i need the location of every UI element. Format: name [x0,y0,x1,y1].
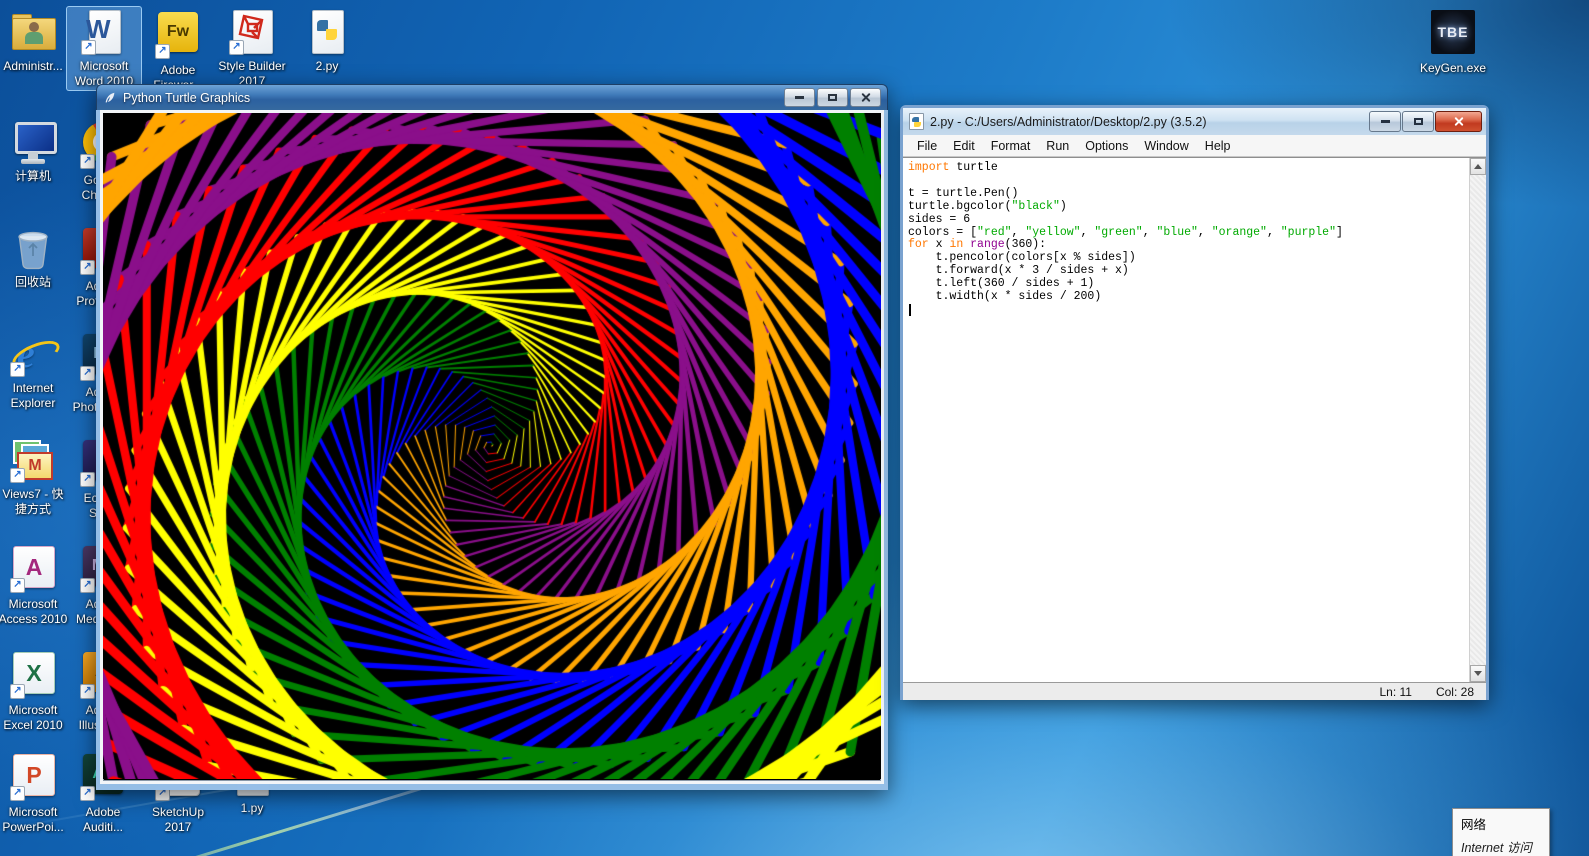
ms-word-2010-icon: W ↗ [80,8,128,56]
ms-powerpoint-label: Microsoft PowerPoi... [2,805,64,834]
status-col-indicator: Col: 28 [1435,684,1474,699]
shortcut-arrow-icon: ↗ [80,786,95,801]
turtle-window-titlebar[interactable]: Python Turtle Graphics [96,84,888,110]
scroll-down-button[interactable] [1470,665,1486,682]
network-tooltip-title: 网络 [1461,818,1487,832]
arrow-up-icon [1474,164,1482,169]
internet-explorer-label: Internet Explorer [10,381,56,410]
menu-file[interactable]: File [909,137,945,155]
turtle-window-controls [784,88,881,107]
adobe-fireworks-icon: Fw ↗ [154,12,202,60]
ms-excel-2010-label: Microsoft Excel 2010 [3,703,63,732]
shortcut-arrow-icon: ↗ [80,366,95,381]
menu-window[interactable]: Window [1136,137,1196,155]
ms-excel-2010-icon: X ↗ [9,652,57,700]
menu-format[interactable]: Format [983,137,1039,155]
shortcut-arrow-icon: ↗ [80,578,95,593]
desktop-icon-2py-file[interactable]: 2.py [290,6,364,76]
code-line: t.width(x * sides / 200) [908,290,1102,304]
shortcut-arrow-icon: ↗ [10,684,25,699]
desktop-icon-recycle-bin[interactable]: 回收站 [0,222,70,292]
shortcut-arrow-icon: ↗ [80,472,95,487]
shortcut-arrow-icon: ↗ [10,468,25,483]
desktop-icon-ms-word-2010[interactable]: W ↗ Microsoft Word 2010 [66,6,142,91]
shortcut-arrow-icon: ↗ [10,578,25,593]
keygen-exe-icon: TBE [1429,10,1477,58]
desktop-icon-adobe-fireworks[interactable]: Fw↗Adobe Firewor... [141,6,215,95]
desktop-icon-internet-explorer[interactable]: e ↗ Internet Explorer [0,328,70,413]
idle-statusbar: Ln: 11 Col: 28 [903,682,1486,700]
network-tooltip: 网络 Internet 访问 [1452,808,1550,856]
maximize-button[interactable] [1402,111,1434,132]
desktop-icon-ms-excel-2010[interactable]: X ↗ Microsoft Excel 2010 [0,646,70,735]
1py-file-label: 1.py [240,801,264,815]
views7-shortcut-label: Views7 - 快 捷方式 [2,487,64,516]
text-cursor [909,303,911,316]
desktop-icon-ms-access-2010[interactable]: A ↗ Microsoft Access 2010 [0,540,70,629]
menu-run[interactable]: Run [1038,137,1077,155]
administrator-label: Administr... [3,59,63,73]
ms-access-2010-label: Microsoft Access 2010 [0,597,68,626]
shortcut-arrow-icon: ↗ [10,786,25,801]
menu-help[interactable]: Help [1197,137,1239,155]
desktop: Administr... W ↗ Microsoft Word 2010 Fw ↗ Adob… [0,0,1589,856]
2py-file-label: 2.py [315,59,339,73]
style-builder-2017-icon: ↗ [228,8,276,56]
recycle-bin-label: 回收站 [14,275,51,289]
arrow-down-icon [1474,671,1482,676]
scroll-up-button[interactable] [1470,158,1486,175]
recycle-bin-icon [9,224,57,272]
shortcut-arrow-icon: ↗ [10,362,25,377]
administrator-icon [9,8,57,56]
desktop-icon-keygen-exe[interactable]: TBE KeyGen.exe [1416,6,1490,78]
close-button[interactable] [850,88,881,107]
idle-scrollbar[interactable] [1469,158,1486,682]
menu-edit[interactable]: Edit [945,137,983,155]
idle-file-icon [909,113,924,130]
internet-explorer-icon: e ↗ [8,330,64,378]
idle-window-controls [1369,111,1482,132]
shortcut-arrow-icon: ↗ [229,40,244,55]
close-button[interactable] [1435,111,1482,132]
idle-editor-area[interactable]: import turtle t = turtle.Pen() turtle.bgc… [903,157,1486,682]
ms-access-2010-icon: A ↗ [9,546,57,594]
turtle-canvas-frame [100,110,884,784]
code-line: import turtle [908,161,998,174]
ms-powerpoint-icon: P ↗ [9,754,57,802]
code-text: import turtle t = turtle.Pen() turtle.bgc… [903,158,1470,682]
maximize-button[interactable] [817,88,848,107]
views7-shortcut-icon: M ↗ [9,436,57,484]
idle-menubar: File Edit Format Run Options Window Help [903,135,1486,157]
minimize-button[interactable] [1369,111,1401,132]
idle-titlebar[interactable]: 2.py - C:/Users/Administrator/Desktop/2.… [903,108,1486,135]
code-line: turtle.bgcolor("black") [908,199,1067,213]
turtle-window-body [96,110,888,790]
idle-window-title: 2.py - C:/Users/Administrator/Desktop/2.… [930,114,1207,129]
menu-options[interactable]: Options [1077,137,1136,155]
desktop-icon-style-builder-2017[interactable]: ↗ Style Builder 2017 [215,6,289,91]
desktop-icon-computer[interactable]: 计算机 [0,116,70,186]
2py-file-icon [303,8,351,56]
idle-editor-window: 2.py - C:/Users/Administrator/Desktop/2.… [900,105,1489,700]
minimize-button[interactable] [784,88,815,107]
desktop-icon-views7-shortcut[interactable]: M ↗ Views7 - 快 捷方式 [0,434,70,519]
keygen-exe-label: KeyGen.exe [1419,61,1487,75]
desktop-icon-ms-powerpoint[interactable]: P ↗ Microsoft PowerPoi... [0,748,70,837]
shortcut-arrow-icon: ↗ [80,154,95,169]
sketchup-2017-label: SketchUp 2017 [151,805,205,834]
turtle-window-title: Python Turtle Graphics [123,90,251,105]
feather-icon [103,91,117,105]
status-line-indicator: Ln: 11 [1379,684,1412,699]
desktop-icon-administrator[interactable]: Administr... [0,6,70,76]
network-tooltip-subtitle: Internet 访问 [1461,841,1532,855]
computer-label: 计算机 [14,169,51,183]
computer-icon [9,118,57,166]
adobe-audition-label: Adobe Auditi... [82,805,124,834]
turtle-graphics-window: Python Turtle Graphics [96,84,888,790]
turtle-canvas[interactable] [103,113,881,779]
shortcut-arrow-icon: ↗ [80,260,95,275]
shortcut-arrow-icon: ↗ [155,44,170,59]
shortcut-arrow-icon: ↗ [81,40,96,55]
shortcut-arrow-icon: ↗ [80,684,95,699]
